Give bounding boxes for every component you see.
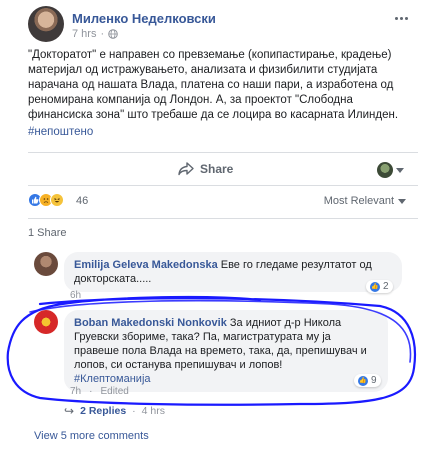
share-count[interactable]: 1 Share [28, 227, 67, 239]
edited-label[interactable]: Edited [100, 386, 128, 397]
dot-separator: · [132, 405, 136, 417]
comment-sort-dropdown[interactable]: Most Relevant [324, 195, 406, 207]
comment-bubble: Emilija Geleva Makedonska Еве го гледаме… [64, 252, 402, 292]
reply-arrow-icon: ↪ [64, 404, 75, 418]
dot-separator: · [89, 386, 93, 397]
comment-like-badge[interactable]: 👍 2 [366, 280, 393, 293]
author-name[interactable]: Миленко Неделковски [72, 11, 216, 26]
post-hashtag[interactable]: #непоштено [28, 126, 93, 138]
more-options-icon[interactable] [392, 12, 410, 24]
chevron-down-icon [396, 167, 404, 173]
reaction-count[interactable]: 46 [76, 195, 88, 207]
comment-hashtag[interactable]: #Клептоманија [74, 373, 151, 385]
post-action-bar: Share [28, 152, 418, 186]
post-meta: 7 hrs · [72, 28, 118, 40]
dot-separator: · [100, 28, 105, 40]
share-label: Share [200, 162, 234, 176]
reaction-icons[interactable] [28, 193, 64, 207]
like-icon: 👍 [358, 375, 368, 386]
post-as-selector[interactable] [377, 162, 404, 178]
comment-like-count: 9 [371, 375, 377, 386]
comment-meta: 6h [70, 290, 81, 301]
replies-time: 4 hrs [141, 405, 166, 417]
comment-bubble: Boban Makedonski Nonkovik За идниот д-р … [64, 310, 388, 392]
post-header: Миленко Неделковски 7 hrs · [28, 6, 414, 42]
comment: Emilija Geleva Makedonska Еве го гледаме… [34, 252, 418, 302]
replies-link-row[interactable]: ↪ 2 Replies · 4 hrs [64, 404, 165, 418]
author-avatar[interactable] [28, 6, 64, 42]
like-icon: 👍 [370, 281, 380, 292]
view-replies-link[interactable]: 2 Replies [80, 405, 126, 417]
share-button[interactable]: Share [178, 162, 233, 176]
comment-like-badge[interactable]: 👍 9 [354, 374, 381, 387]
share-count-row: 1 Share [28, 218, 418, 239]
comment-meta: 7h · Edited [70, 386, 129, 397]
commenter-avatar[interactable] [34, 310, 58, 334]
post-time[interactable]: 7 hrs [72, 28, 96, 40]
sort-label: Most Relevant [323, 195, 394, 207]
view-more-comments-link[interactable]: View 5 more comments [34, 430, 149, 442]
facebook-post: Миленко Неделковски 7 hrs · "Докторатот"… [0, 0, 424, 450]
comment-time[interactable]: 6h [70, 290, 81, 301]
globe-icon [108, 29, 118, 39]
comment: Boban Makedonski Nonkovik За идниот д-р … [34, 310, 418, 402]
commenter-avatar[interactable] [34, 252, 58, 276]
reactions-summary: 46 Most Relevant [28, 190, 418, 212]
haha-reaction-icon [50, 193, 64, 207]
share-arrow-icon [178, 162, 194, 176]
comment-time[interactable]: 7h [70, 386, 81, 397]
commenter-name[interactable]: Boban Makedonski Nonkovik [74, 317, 227, 329]
viewer-avatar [377, 162, 393, 178]
commenter-name[interactable]: Emilija Geleva Makedonska [74, 259, 218, 271]
post-body: "Докторатот" е направен со превземање (к… [28, 49, 399, 121]
comment-like-count: 2 [383, 281, 389, 292]
chevron-down-icon [398, 198, 406, 204]
